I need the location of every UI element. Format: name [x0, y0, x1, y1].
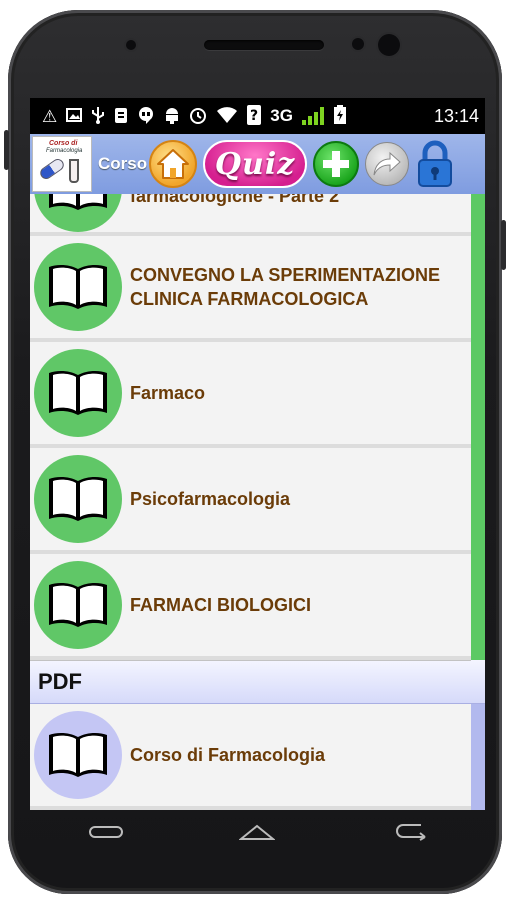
open-book-icon: [49, 732, 107, 777]
pdf-section-header: PDF: [30, 660, 485, 704]
volume-button: [4, 130, 9, 170]
home-nav-button[interactable]: [237, 821, 277, 843]
clock: 13:14: [433, 105, 479, 126]
book-icon: [34, 455, 122, 543]
recent-apps-icon: [88, 826, 123, 838]
pdf-section: Corso di Farmacologia: [30, 704, 485, 810]
list-item-partial[interactable]: farmacologiche - Parte 2: [30, 194, 471, 236]
signal-icon: [301, 107, 324, 125]
earpiece-speaker: [204, 40, 324, 50]
lock-button[interactable]: [413, 139, 457, 189]
recent-apps-button[interactable]: [86, 821, 126, 843]
list-item[interactable]: FARMACI BIOLOGICI: [30, 554, 471, 660]
open-book-icon: [49, 582, 107, 627]
home-nav-icon: [239, 824, 276, 840]
book-icon: [34, 243, 122, 331]
list-item[interactable]: CONVEGNO LA SPERIMENTAZIONE CLINICA FARM…: [30, 236, 471, 342]
plus-icon: [323, 151, 350, 177]
open-book-icon: [49, 264, 107, 309]
proximity-sensor: [126, 40, 136, 50]
book-icon: [34, 349, 122, 437]
book-icon: [34, 711, 122, 799]
vial-icon: [69, 159, 79, 183]
alarm-icon: [189, 106, 207, 127]
front-camera: [378, 34, 400, 56]
android-icon: [164, 106, 180, 127]
lessons-section: farmacologiche - Parte 2 CONVEGNO LA SPE…: [30, 194, 485, 660]
usb-icon: [91, 106, 105, 127]
list-item[interactable]: Farmaco: [30, 342, 471, 448]
book-icon: [34, 561, 122, 649]
status-bar: ⚠ ? 3G 13:14: [30, 98, 485, 134]
list-item-label: FARMACI BIOLOGICI: [130, 595, 311, 615]
app-toolbar: Corso di Farmacologia Corso Quiz: [30, 134, 485, 194]
home-icon: [157, 149, 190, 179]
share-button[interactable]: [365, 142, 410, 186]
back-button[interactable]: [389, 821, 429, 843]
list-item-label: Corso di Farmacologia: [130, 745, 326, 765]
open-book-icon: [49, 194, 107, 210]
android-nav-bar: [30, 812, 485, 852]
list-item-label: CONVEGNO LA SPERIMENTAZIONE CLINICA FARM…: [130, 265, 441, 309]
book-icon-wrap: [34, 194, 122, 232]
course-list[interactable]: farmacologiche - Parte 2 CONVEGNO LA SPE…: [30, 194, 485, 810]
open-book-icon: [49, 370, 107, 415]
pill-icon: [37, 156, 67, 182]
phone-screen: ⚠ ? 3G 13:14 Corso di Farmacologia Corso…: [30, 98, 485, 810]
battery-icon: [333, 104, 347, 128]
app-logo[interactable]: Corso di Farmacologia: [32, 136, 92, 192]
list-item[interactable]: Corso di Farmacologia: [30, 704, 471, 810]
list-item-label: farmacologiche - Parte 2: [130, 194, 340, 206]
lock-icon: [418, 140, 453, 187]
back-icon: [396, 824, 426, 841]
network-type: 3G: [270, 106, 293, 125]
wifi-question-icon: ?: [247, 104, 262, 128]
image-icon: [66, 107, 83, 126]
hangouts-icon: [137, 106, 155, 127]
list-item[interactable]: Psicofarmacologia: [30, 448, 471, 554]
warning-icon: ⚠: [42, 106, 58, 126]
wifi-icon: [216, 106, 238, 127]
share-arrow-icon: [373, 151, 401, 176]
light-sensor: [352, 38, 364, 50]
open-book-icon: [49, 476, 107, 521]
list-item-label: Farmaco: [130, 383, 206, 403]
home-button[interactable]: [149, 140, 198, 188]
svg-text:?: ?: [250, 108, 258, 124]
list-item-label: Psicofarmacologia: [130, 489, 291, 509]
clipboard-icon: [114, 106, 128, 127]
app-title[interactable]: Corso: [98, 154, 147, 174]
logo-text-line2: Farmacologia: [46, 148, 83, 154]
logo-text-line1: Corso di: [49, 140, 78, 147]
add-button[interactable]: [313, 141, 360, 187]
quiz-button[interactable]: Quiz: [203, 140, 308, 188]
power-button: [501, 220, 506, 270]
